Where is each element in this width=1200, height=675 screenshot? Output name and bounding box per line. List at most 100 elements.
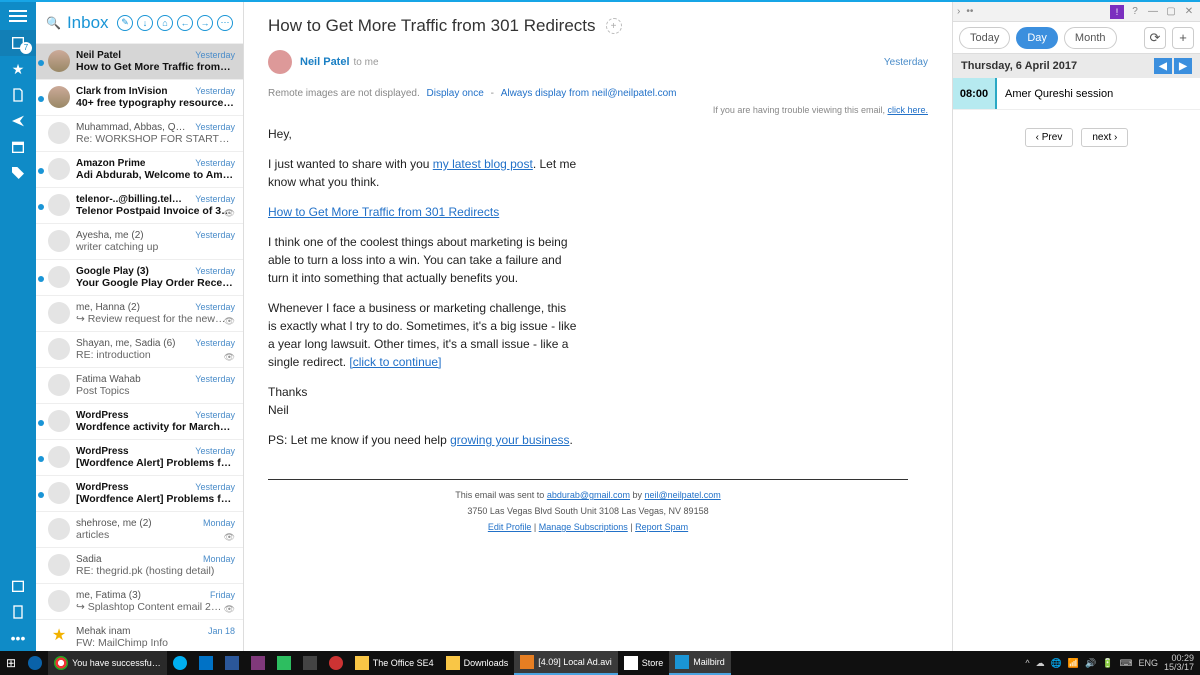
edge-icon[interactable] xyxy=(22,651,48,675)
unread-dot xyxy=(38,456,44,462)
rail-drafts[interactable] xyxy=(0,82,36,108)
task-store[interactable]: Store xyxy=(618,651,670,675)
rail-notes[interactable] xyxy=(0,599,36,625)
tray-lang[interactable]: ENG xyxy=(1138,658,1158,668)
rail-tags[interactable] xyxy=(0,160,36,186)
rail-sent[interactable] xyxy=(0,108,36,134)
more-button[interactable]: ⋯ xyxy=(217,15,233,31)
refresh-button[interactable]: ⟳ xyxy=(1144,27,1166,49)
today-button[interactable]: Today xyxy=(959,27,1010,49)
message-item[interactable]: me, Fatima (3)Friday↪ Splashtop Content … xyxy=(36,584,243,620)
prev-day-button[interactable]: ◀ xyxy=(1154,58,1172,74)
close-icon[interactable]: ✕ xyxy=(1182,6,1196,17)
always-display-link[interactable]: Always display from neil@neilpatel.com xyxy=(501,88,677,99)
email-date: Yesterday xyxy=(884,57,928,68)
star-icon: ★ xyxy=(48,626,70,648)
message-item[interactable]: WordPressYesterday[Wordfence Alert] Prob… xyxy=(36,476,243,512)
onenote-icon[interactable]: ! xyxy=(1110,5,1124,19)
task-folder-office[interactable]: The Office SE4 xyxy=(349,651,440,675)
day-view-button[interactable]: Day xyxy=(1016,27,1058,49)
task-skype[interactable] xyxy=(167,651,193,675)
back-icon[interactable]: › xyxy=(957,6,960,17)
edit-profile-link[interactable]: Edit Profile xyxy=(488,522,532,532)
sender-name[interactable]: Neil Patel xyxy=(300,56,350,68)
message-item[interactable]: Shayan, me, Sadia (6)YesterdayRE: introd… xyxy=(36,332,243,368)
rail-more[interactable]: ••• xyxy=(0,625,36,651)
tray-date[interactable]: 15/3/17 xyxy=(1164,663,1194,672)
tray-batt-icon[interactable]: 🔋 xyxy=(1102,658,1113,669)
month-view-button[interactable]: Month xyxy=(1064,27,1117,49)
message-item[interactable]: Ayesha, me (2)Yesterdaywriter catching u… xyxy=(36,224,243,260)
message-item[interactable]: Fatima WahabYesterdayPost Topics xyxy=(36,368,243,404)
blog-post-link[interactable]: my latest blog post xyxy=(433,157,533,171)
calendar-event[interactable]: 08:00 Amer Qureshi session xyxy=(953,78,1200,110)
tag-add-icon[interactable]: + xyxy=(606,18,622,34)
task-folder-downloads[interactable]: Downloads xyxy=(440,651,515,675)
recipient-label: to me xyxy=(354,57,379,68)
display-once-link[interactable]: Display once xyxy=(427,88,484,99)
start-button[interactable]: ⊞ xyxy=(0,651,22,675)
rail-inbox[interactable]: 7 xyxy=(0,30,36,56)
chrome-notify[interactable]: You have successfu… xyxy=(48,651,167,675)
task-app1[interactable] xyxy=(297,651,323,675)
add-event-button[interactable]: + xyxy=(1172,27,1194,49)
report-spam-link[interactable]: Report Spam xyxy=(635,522,688,532)
rail-calendar[interactable] xyxy=(0,573,36,599)
archive-button[interactable]: ⌂ xyxy=(157,15,173,31)
compose-button[interactable]: ✎ xyxy=(117,15,133,31)
rail-archive[interactable] xyxy=(0,134,36,160)
task-evernote[interactable] xyxy=(271,651,297,675)
message-item[interactable]: Muhammad, Abbas, Qureshi (6)YesterdayRe:… xyxy=(36,116,243,152)
task-word[interactable] xyxy=(219,651,245,675)
tray-vol-icon[interactable]: 🔊 xyxy=(1085,658,1096,669)
message-time: Yesterday xyxy=(195,230,235,241)
tray-net-icon[interactable]: 📶 xyxy=(1068,658,1079,669)
search-icon[interactable]: 🔍 xyxy=(46,16,61,30)
message-item[interactable]: WordPressYesterday[Wordfence Alert] Prob… xyxy=(36,440,243,476)
tray-kb-icon[interactable]: ⌨ xyxy=(1119,658,1132,669)
message-item[interactable]: me, Hanna (2)Yesterday↪ Review request f… xyxy=(36,296,243,332)
footer-to-link[interactable]: abdurab@gmail.com xyxy=(547,490,630,500)
message-item[interactable]: WordPressYesterdayWordfence activity for… xyxy=(36,404,243,440)
download-button[interactable]: ↓ xyxy=(137,15,153,31)
manage-subs-link[interactable]: Manage Subscriptions xyxy=(539,522,628,532)
message-item[interactable]: Google Play (3)YesterdayYour Google Play… xyxy=(36,260,243,296)
message-item[interactable]: Clark from InVisionYesterday40+ free typ… xyxy=(36,80,243,116)
message-item[interactable]: ★Mehak inamJan 18FW: MailChimp Info xyxy=(36,620,243,651)
prev-page-button[interactable]: ‹ Prev xyxy=(1025,128,1074,147)
tray-up-icon[interactable]: ^ xyxy=(1025,658,1029,668)
click-here-link[interactable]: click here. xyxy=(887,105,928,115)
task-outlook[interactable] xyxy=(193,651,219,675)
reply-button[interactable]: ← xyxy=(177,15,193,31)
message-subject: 40+ free typography resource… xyxy=(76,97,235,109)
footer-from-link[interactable]: neil@neilpatel.com xyxy=(645,490,721,500)
tray-cloud-icon[interactable]: ☁ xyxy=(1036,658,1045,669)
help-icon[interactable]: ? xyxy=(1128,6,1142,17)
overflow-icon[interactable]: •• xyxy=(966,6,973,17)
rail-starred[interactable]: ★ xyxy=(0,56,36,82)
message-subject: Post Topics xyxy=(76,385,235,397)
next-day-button[interactable]: ▶ xyxy=(1174,58,1192,74)
maximize-icon[interactable]: ▢ xyxy=(1164,6,1178,17)
tray-earth-icon[interactable]: 🌐 xyxy=(1051,658,1062,669)
inbox-header: 🔍 Inbox ✎ ↓ ⌂ ← → ⋯ xyxy=(36,2,243,44)
message-subject: Adi Abdurab, Welcome to Am… xyxy=(76,169,235,181)
message-item[interactable]: telenor-..@billing.telenor.com.pkYesterd… xyxy=(36,188,243,224)
hamburger-icon[interactable] xyxy=(9,10,27,12)
message-from: me, Fatima (3) xyxy=(76,590,141,601)
next-page-button[interactable]: next › xyxy=(1081,128,1128,147)
growing-business-link[interactable]: growing your business xyxy=(450,433,569,447)
article-title-link[interactable]: How to Get More Traffic from 301 Redirec… xyxy=(268,205,499,219)
task-onenote[interactable] xyxy=(245,651,271,675)
message-item[interactable]: Neil PatelYesterdayHow to Get More Traff… xyxy=(36,44,243,80)
message-item[interactable]: shehrose, me (2)Mondayarticles👁 xyxy=(36,512,243,548)
continue-link[interactable]: [click to continue] xyxy=(349,355,441,369)
forward-button[interactable]: → xyxy=(197,15,213,31)
message-item[interactable]: SadiaMondayRE: thegrid.pk (hosting detai… xyxy=(36,548,243,584)
task-app2[interactable] xyxy=(323,651,349,675)
message-item[interactable]: Amazon PrimeYesterdayAdi Abdurab, Welcom… xyxy=(36,152,243,188)
task-video[interactable]: [4.09] Local Ad.avi xyxy=(514,651,618,675)
task-mailbird[interactable]: Mailbird xyxy=(669,651,731,675)
system-tray[interactable]: ^ ☁ 🌐 📶 🔊 🔋 ⌨ ENG 00:29 15/3/17 xyxy=(1025,654,1200,672)
minimize-icon[interactable]: — xyxy=(1146,6,1160,17)
